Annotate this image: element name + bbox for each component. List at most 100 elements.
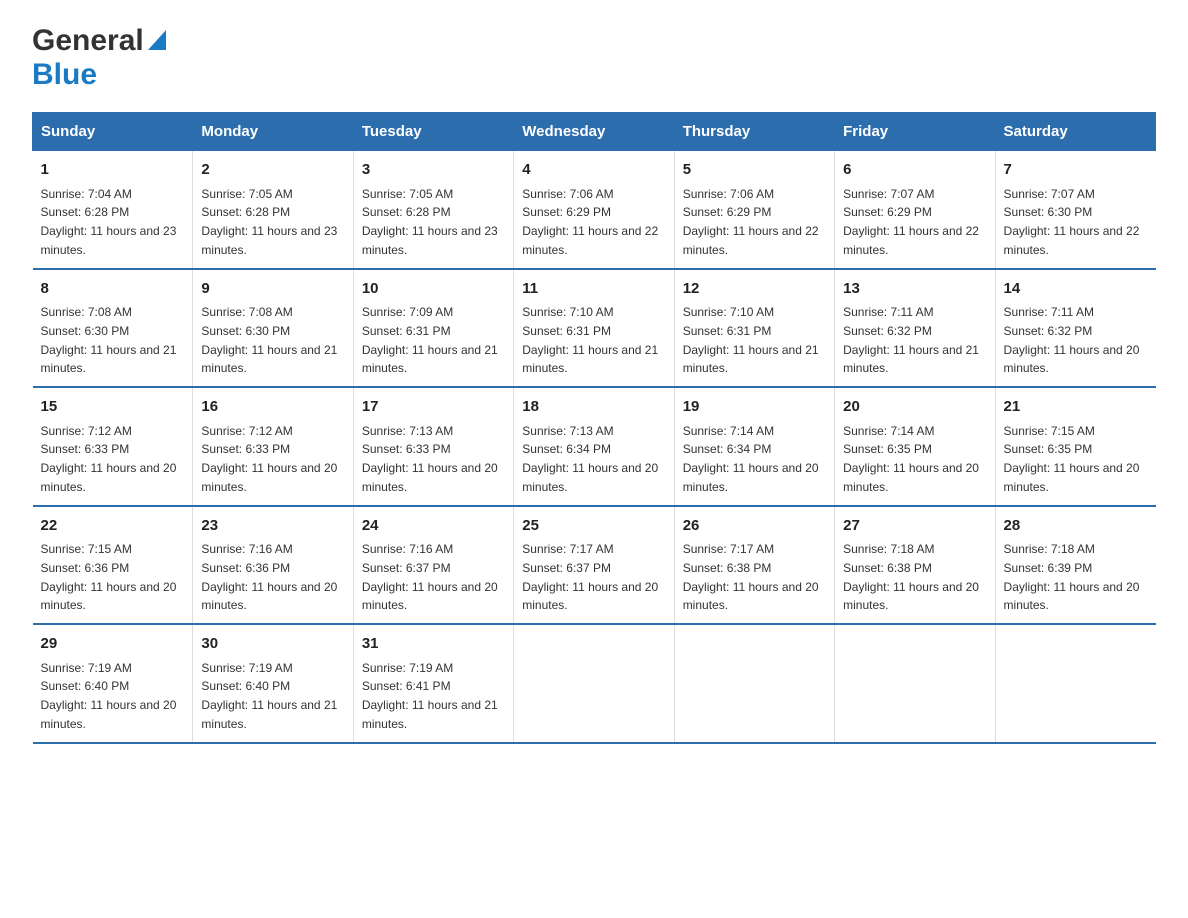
day-info: Sunrise: 7:13 AMSunset: 6:34 PMDaylight:… (522, 424, 658, 494)
calendar-day-cell: 21Sunrise: 7:15 AMSunset: 6:35 PMDayligh… (995, 387, 1155, 506)
day-number: 2 (201, 159, 344, 182)
calendar-week-row: 22 Sunrise: 7:15 AMSunset: 6:36 PMDayligh… (33, 506, 1156, 625)
day-number: 16 (201, 396, 344, 419)
calendar-day-cell: 2 Sunrise: 7:05 AMSunset: 6:28 PMDaylight… (193, 151, 353, 269)
day-info: Sunrise: 7:08 AMSunset: 6:30 PMDaylight:… (201, 305, 337, 375)
day-number: 29 (41, 633, 185, 656)
calendar-day-cell: 1 Sunrise: 7:04 AMSunset: 6:28 PMDaylight… (33, 151, 193, 269)
calendar-day-cell: 11 Sunrise: 7:10 AMSunset: 6:31 PMDayligh… (514, 269, 674, 388)
day-info: Sunrise: 7:09 AMSunset: 6:31 PMDaylight:… (362, 305, 498, 375)
calendar-day-cell: 22 Sunrise: 7:15 AMSunset: 6:36 PMDayligh… (33, 506, 193, 625)
day-number: 23 (201, 515, 344, 538)
day-number: 15 (41, 396, 185, 419)
day-info: Sunrise: 7:04 AMSunset: 6:28 PMDaylight:… (41, 187, 177, 257)
day-info: Sunrise: 7:11 AMSunset: 6:32 PMDaylight:… (843, 305, 979, 375)
day-info: Sunrise: 7:06 AMSunset: 6:29 PMDaylight:… (683, 187, 819, 257)
day-number: 25 (522, 515, 665, 538)
day-number: 19 (683, 396, 826, 419)
day-number: 20 (843, 396, 986, 419)
calendar-day-cell: 25 Sunrise: 7:17 AMSunset: 6:37 PMDayligh… (514, 506, 674, 625)
day-info: Sunrise: 7:10 AMSunset: 6:31 PMDaylight:… (522, 305, 658, 375)
calendar-day-cell (995, 624, 1155, 743)
day-number: 24 (362, 515, 505, 538)
day-number: 9 (201, 278, 344, 301)
day-number: 28 (1004, 515, 1148, 538)
calendar-day-cell: 9 Sunrise: 7:08 AMSunset: 6:30 PMDaylight… (193, 269, 353, 388)
calendar-day-cell: 13 Sunrise: 7:11 AMSunset: 6:32 PMDayligh… (835, 269, 995, 388)
calendar-day-cell: 31 Sunrise: 7:19 AMSunset: 6:41 PMDayligh… (353, 624, 513, 743)
day-info: Sunrise: 7:08 AMSunset: 6:30 PMDaylight:… (41, 305, 177, 375)
calendar-day-cell: 5 Sunrise: 7:06 AMSunset: 6:29 PMDaylight… (674, 151, 834, 269)
day-info: Sunrise: 7:17 AMSunset: 6:37 PMDaylight:… (522, 542, 658, 612)
calendar-day-cell: 28 Sunrise: 7:18 AMSunset: 6:39 PMDayligh… (995, 506, 1155, 625)
day-number: 6 (843, 159, 986, 182)
day-info: Sunrise: 7:10 AMSunset: 6:31 PMDaylight:… (683, 305, 819, 375)
day-info: Sunrise: 7:14 AMSunset: 6:35 PMDaylight:… (843, 424, 979, 494)
day-number: 26 (683, 515, 826, 538)
day-number: 5 (683, 159, 826, 182)
day-info: Sunrise: 7:19 AMSunset: 6:40 PMDaylight:… (41, 661, 177, 731)
calendar-week-row: 15 Sunrise: 7:12 AMSunset: 6:33 PMDayligh… (33, 387, 1156, 506)
day-info: Sunrise: 7:18 AMSunset: 6:39 PMDaylight:… (1004, 542, 1140, 612)
day-number: 12 (683, 278, 826, 301)
day-info: Sunrise: 7:11 AMSunset: 6:32 PMDaylight:… (1004, 305, 1140, 375)
day-of-week-header: Friday (835, 113, 995, 151)
day-number: 17 (362, 396, 505, 419)
day-info: Sunrise: 7:16 AMSunset: 6:37 PMDaylight:… (362, 542, 498, 612)
calendar-day-cell: 18 Sunrise: 7:13 AMSunset: 6:34 PMDayligh… (514, 387, 674, 506)
calendar-day-cell: 15 Sunrise: 7:12 AMSunset: 6:33 PMDayligh… (33, 387, 193, 506)
calendar-day-cell: 16Sunrise: 7:12 AMSunset: 6:33 PMDayligh… (193, 387, 353, 506)
day-number: 31 (362, 633, 505, 656)
calendar-day-cell: 17 Sunrise: 7:13 AMSunset: 6:33 PMDayligh… (353, 387, 513, 506)
day-info: Sunrise: 7:16 AMSunset: 6:36 PMDaylight:… (201, 542, 337, 612)
day-number: 21 (1004, 396, 1148, 419)
day-number: 11 (522, 278, 665, 301)
calendar-day-cell: 30 Sunrise: 7:19 AMSunset: 6:40 PMDayligh… (193, 624, 353, 743)
calendar-day-cell (835, 624, 995, 743)
day-info: Sunrise: 7:19 AMSunset: 6:41 PMDaylight:… (362, 661, 498, 731)
day-info: Sunrise: 7:05 AMSunset: 6:28 PMDaylight:… (362, 187, 498, 257)
day-info: Sunrise: 7:14 AMSunset: 6:34 PMDaylight:… (683, 424, 819, 494)
day-info: Sunrise: 7:07 AMSunset: 6:30 PMDaylight:… (1004, 187, 1140, 257)
calendar-day-cell: 20 Sunrise: 7:14 AMSunset: 6:35 PMDayligh… (835, 387, 995, 506)
day-of-week-header: Saturday (995, 113, 1155, 151)
calendar-day-cell: 6Sunrise: 7:07 AMSunset: 6:29 PMDaylight… (835, 151, 995, 269)
calendar-day-cell: 7Sunrise: 7:07 AMSunset: 6:30 PMDaylight… (995, 151, 1155, 269)
day-number: 22 (41, 515, 185, 538)
calendar-week-row: 29 Sunrise: 7:19 AMSunset: 6:40 PMDayligh… (33, 624, 1156, 743)
calendar-day-cell: 12 Sunrise: 7:10 AMSunset: 6:31 PMDayligh… (674, 269, 834, 388)
day-number: 3 (362, 159, 505, 182)
calendar-day-cell: 19 Sunrise: 7:14 AMSunset: 6:34 PMDayligh… (674, 387, 834, 506)
day-number: 1 (41, 159, 185, 182)
day-of-week-header: Tuesday (353, 113, 513, 151)
calendar-day-cell (674, 624, 834, 743)
logo-arrow-icon (148, 30, 166, 55)
calendar-week-row: 8 Sunrise: 7:08 AMSunset: 6:30 PMDaylight… (33, 269, 1156, 388)
day-number: 10 (362, 278, 505, 301)
calendar-day-cell: 8 Sunrise: 7:08 AMSunset: 6:30 PMDaylight… (33, 269, 193, 388)
day-number: 18 (522, 396, 665, 419)
logo: General Blue (32, 24, 166, 92)
logo-blue-text: Blue (32, 58, 97, 91)
day-info: Sunrise: 7:06 AMSunset: 6:29 PMDaylight:… (522, 187, 658, 257)
day-info: Sunrise: 7:15 AMSunset: 6:36 PMDaylight:… (41, 542, 177, 612)
day-info: Sunrise: 7:19 AMSunset: 6:40 PMDaylight:… (201, 661, 337, 731)
day-info: Sunrise: 7:12 AMSunset: 6:33 PMDaylight:… (41, 424, 177, 494)
day-info: Sunrise: 7:05 AMSunset: 6:28 PMDaylight:… (201, 187, 337, 257)
day-number: 27 (843, 515, 986, 538)
day-number: 30 (201, 633, 344, 656)
day-info: Sunrise: 7:13 AMSunset: 6:33 PMDaylight:… (362, 424, 498, 494)
calendar-day-cell: 27 Sunrise: 7:18 AMSunset: 6:38 PMDayligh… (835, 506, 995, 625)
calendar-day-cell: 10 Sunrise: 7:09 AMSunset: 6:31 PMDayligh… (353, 269, 513, 388)
day-number: 8 (41, 278, 185, 301)
calendar-day-cell: 23 Sunrise: 7:16 AMSunset: 6:36 PMDayligh… (193, 506, 353, 625)
day-number: 13 (843, 278, 986, 301)
day-number: 4 (522, 159, 665, 182)
day-info: Sunrise: 7:17 AMSunset: 6:38 PMDaylight:… (683, 542, 819, 612)
calendar-day-cell: 14Sunrise: 7:11 AMSunset: 6:32 PMDayligh… (995, 269, 1155, 388)
calendar-table: SundayMondayTuesdayWednesdayThursdayFrid… (32, 112, 1156, 744)
day-of-week-header: Thursday (674, 113, 834, 151)
day-info: Sunrise: 7:18 AMSunset: 6:38 PMDaylight:… (843, 542, 979, 612)
calendar-day-cell (514, 624, 674, 743)
day-of-week-header: Monday (193, 113, 353, 151)
